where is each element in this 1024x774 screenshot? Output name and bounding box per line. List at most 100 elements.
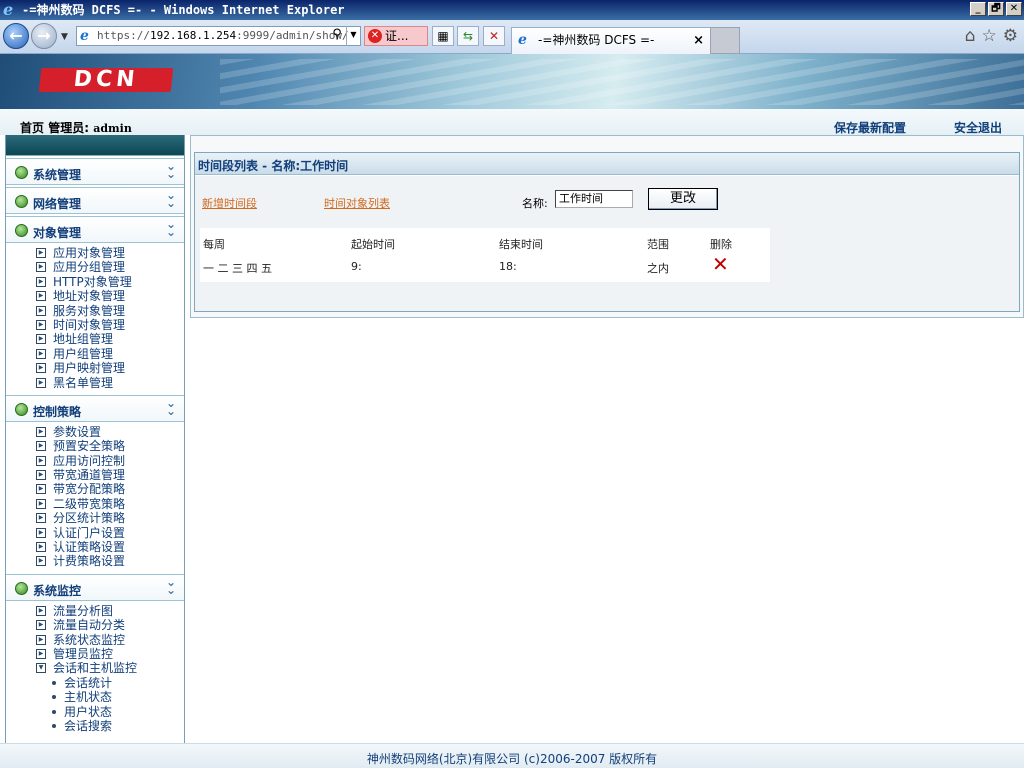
tab-title: -=神州数码 DCFS =- bbox=[538, 33, 655, 47]
expand-box-icon: ▶ bbox=[36, 305, 46, 316]
new-time-segment-link[interactable]: 新增时间段 bbox=[202, 195, 257, 211]
sidebar-item[interactable]: ▶ 管理员监控 bbox=[36, 647, 184, 661]
refresh-icon[interactable]: ⇆ bbox=[457, 26, 479, 46]
column-header-delete: 删除 bbox=[710, 238, 732, 251]
forward-button[interactable]: → bbox=[31, 23, 57, 49]
sidebar-item[interactable]: ▶ 地址组管理 bbox=[36, 332, 184, 346]
expand-box-icon: ▶ bbox=[36, 634, 46, 645]
sidebar-item-label: 服务对象管理 bbox=[53, 303, 126, 318]
history-dropdown-icon[interactable]: ▼ bbox=[61, 32, 68, 42]
sidebar-item[interactable]: ▶ 流量自动分类 bbox=[36, 618, 184, 632]
sidebar-item[interactable]: ▶ 计费策略设置 bbox=[36, 554, 184, 568]
sidebar-item[interactable]: ▶ 流量分析图 bbox=[36, 604, 184, 618]
address-dropdown-icon[interactable]: ▼ bbox=[346, 26, 360, 46]
expand-box-icon: ▶ bbox=[36, 498, 46, 509]
sidebar-item[interactable]: ▶ 二级带宽策略 bbox=[36, 497, 184, 511]
chevron-down-icon: ⌄ ⌄ bbox=[165, 574, 176, 597]
sidebar-subitem[interactable]: 用户状态 bbox=[36, 705, 184, 719]
chevron-down-icon: ⌄ ⌄ bbox=[165, 217, 176, 239]
home-link[interactable]: 首页 bbox=[20, 121, 44, 135]
sidebar-item[interactable]: ▶ 应用访问控制 bbox=[36, 454, 184, 468]
expand-box-icon: ▶ bbox=[36, 276, 46, 287]
cell-range: 之内 bbox=[647, 262, 669, 275]
cell-week: 一 二 三 四 五 bbox=[203, 262, 272, 275]
sidebar-item[interactable]: ▶ 用户组管理 bbox=[36, 347, 184, 361]
main-content: 时间段列表 - 名称:工作时间 新增时间段 时间对象列表 名称: 工作时间 更改… bbox=[190, 135, 1024, 318]
sidebar-item[interactable]: ▶ 分区统计策略 bbox=[36, 511, 184, 525]
sidebar-group-system-management[interactable]: 系统管理 ⌄ ⌄ bbox=[6, 158, 184, 185]
url-host: 192.168.1.254 bbox=[149, 29, 237, 42]
system-monitor-items: ▶ 流量分析图 ▶ 流量自动分类 ▶ 系统状态监控 ▶ 管理员监控 ▼ 会话和主机监控 会… bbox=[6, 601, 184, 737]
sidebar-item-label: 流量分析图 bbox=[53, 603, 114, 618]
expand-box-icon: ▶ bbox=[36, 484, 46, 495]
sidebar-item[interactable]: ▶ 服务对象管理 bbox=[36, 304, 184, 318]
expand-box-icon: ▶ bbox=[36, 470, 46, 481]
sidebar-item[interactable]: ▶ 预置安全策略 bbox=[36, 439, 184, 453]
time-object-list-link[interactable]: 时间对象列表 bbox=[324, 195, 390, 211]
expand-box-icon: ▶ bbox=[36, 319, 46, 330]
logout-link[interactable]: 安全退出 bbox=[954, 119, 1002, 136]
expand-box-icon: ▶ bbox=[36, 455, 46, 466]
gear-icon[interactable]: ⚙ bbox=[1003, 26, 1018, 46]
tab-close-icon[interactable]: × bbox=[693, 28, 704, 53]
sidebar-item[interactable]: ▶ 时间对象管理 bbox=[36, 318, 184, 332]
stop-icon[interactable]: ✕ bbox=[483, 26, 505, 46]
browser-tab[interactable]: e -=神州数码 DCFS =- × bbox=[511, 27, 711, 54]
sidebar-item[interactable]: ▶ 应用分组管理 bbox=[36, 260, 184, 274]
dcn-logo: DCN bbox=[38, 67, 174, 92]
sidebar-item[interactable]: ▶ 参数设置 bbox=[36, 425, 184, 439]
group-label: 控制策略 bbox=[33, 404, 82, 419]
save-config-link[interactable]: 保存最新配置 bbox=[834, 119, 906, 136]
sidebar-item-label: HTTP对象管理 bbox=[53, 274, 132, 289]
home-icon[interactable]: ⌂ bbox=[965, 26, 976, 46]
home-breadcrumb: 首页 管理员: admin bbox=[20, 119, 132, 136]
compatibility-view-icon[interactable]: ▦ bbox=[432, 26, 454, 46]
sidebar-item-label: 应用分组管理 bbox=[53, 260, 126, 275]
sidebar-subitem[interactable]: 主机状态 bbox=[36, 690, 184, 704]
name-input[interactable]: 工作时间 bbox=[555, 190, 633, 208]
search-icon[interactable]: ⚲ bbox=[328, 26, 346, 46]
window-title: -=神州数码 DCFS =- - Windows Internet Explor… bbox=[22, 3, 345, 17]
sidebar-subitem[interactable]: 会话统计 bbox=[36, 676, 184, 690]
change-button[interactable]: 更改 bbox=[648, 188, 718, 210]
sidebar-item[interactable]: ▶ 应用对象管理 bbox=[36, 246, 184, 260]
collapse-box-icon: ▼ bbox=[36, 663, 46, 674]
banner-decoration bbox=[220, 59, 1024, 105]
delete-icon[interactable]: ✕ bbox=[712, 254, 729, 274]
new-tab-button[interactable] bbox=[710, 27, 740, 54]
group-label: 对象管理 bbox=[33, 226, 82, 240]
sidebar-item[interactable]: ▶ 带宽通道管理 bbox=[36, 468, 184, 482]
sidebar-item[interactable]: ▶ 地址对象管理 bbox=[36, 289, 184, 303]
back-button[interactable]: ← bbox=[3, 23, 29, 49]
sidebar-item-expanded[interactable]: ▼ 会话和主机监控 bbox=[36, 661, 184, 675]
sidebar-item-label: 时间对象管理 bbox=[53, 317, 126, 332]
sidebar-group-control-policy[interactable]: 控制策略 ⌄ ⌄ bbox=[6, 394, 184, 422]
sidebar-group-system-monitor[interactable]: 系统监控 ⌄ ⌄ bbox=[6, 573, 184, 601]
sidebar-item[interactable]: ▶ 认证策略设置 bbox=[36, 540, 184, 554]
sidebar-item[interactable]: ▶ HTTP对象管理 bbox=[36, 275, 184, 289]
group-bullet-icon bbox=[15, 224, 28, 237]
minimize-button[interactable]: _ bbox=[970, 2, 986, 16]
panel-body: 新增时间段 时间对象列表 名称: 工作时间 更改 每周 起始时间 结束时间 范围… bbox=[195, 176, 1019, 311]
favorites-star-icon[interactable]: ☆ bbox=[982, 26, 997, 46]
sidebar-item[interactable]: ▶ 用户映射管理 bbox=[36, 361, 184, 375]
sidebar-group-network-management[interactable]: 网络管理 ⌄ ⌄ bbox=[6, 187, 184, 214]
expand-box-icon: ▶ bbox=[36, 556, 46, 567]
name-label: 名称: bbox=[522, 197, 548, 210]
column-header-start: 起始时间 bbox=[351, 238, 395, 251]
maximize-button[interactable]: 🗗 bbox=[988, 2, 1004, 16]
sidebar-item[interactable]: ▶ 黑名单管理 bbox=[36, 376, 184, 390]
sidebar-item-label: 二级带宽策略 bbox=[53, 496, 126, 511]
sidebar-group-object-management[interactable]: 对象管理 ⌄ ⌄ bbox=[6, 216, 184, 243]
certificate-error-button[interactable]: ✕ 证... bbox=[364, 26, 428, 46]
sidebar-item[interactable]: ▶ 认证门户设置 bbox=[36, 526, 184, 540]
expand-box-icon: ▶ bbox=[36, 363, 46, 374]
sidebar-item[interactable]: ▶ 带宽分配策略 bbox=[36, 482, 184, 496]
sidebar-item[interactable]: ▶ 系统状态监控 bbox=[36, 633, 184, 647]
expand-box-icon: ▶ bbox=[36, 648, 46, 659]
close-window-button[interactable]: ✕ bbox=[1006, 2, 1022, 16]
admin-name: admin bbox=[93, 122, 132, 135]
sidebar-subitem[interactable]: 会话搜索 bbox=[36, 719, 184, 733]
address-bar[interactable]: e https://192.168.1.254:9999/admin/show/ bbox=[76, 26, 361, 46]
chevron-down-icon: ⌄ ⌄ bbox=[165, 188, 176, 210]
